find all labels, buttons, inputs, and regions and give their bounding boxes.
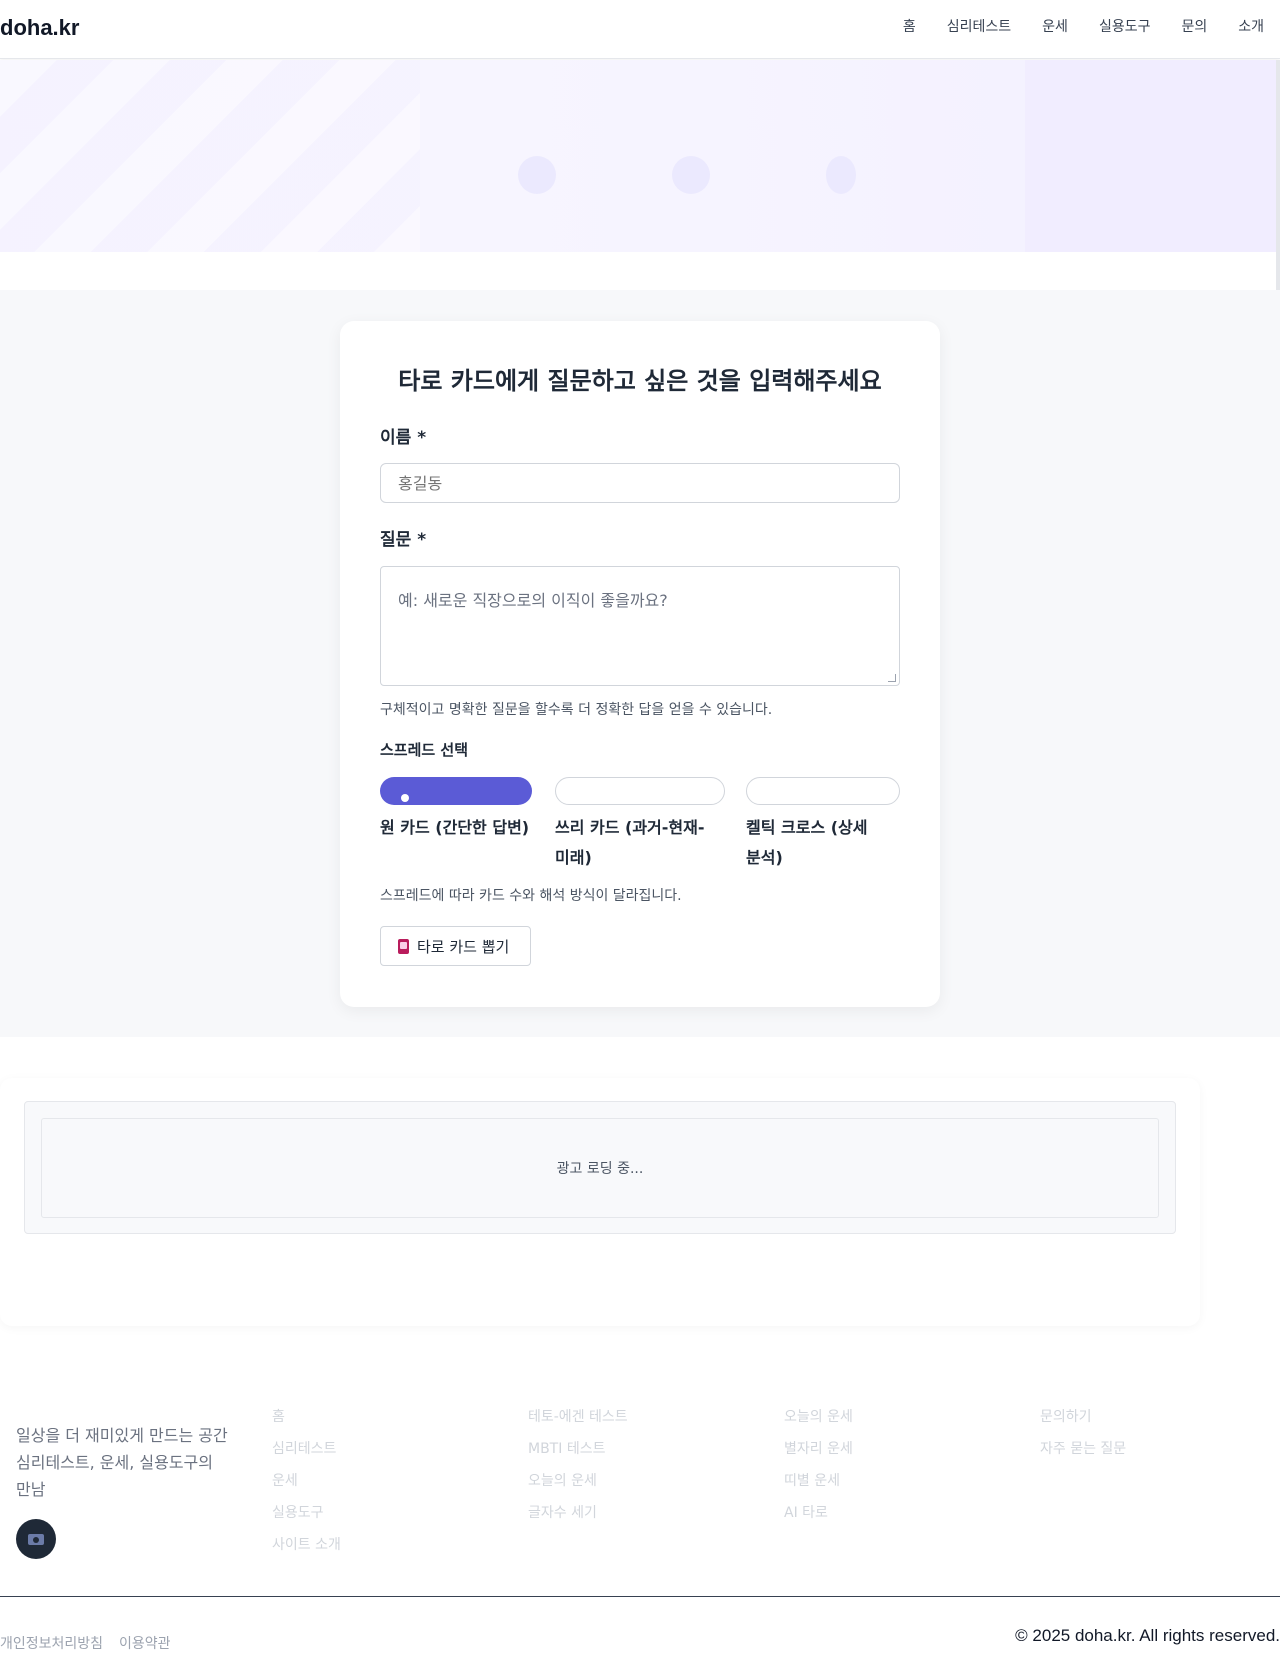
spread-label-text: 원 카드 (간단한 답변): [380, 818, 530, 837]
ad-frame: 광고 로딩 중...: [24, 1101, 1176, 1234]
loading-dot: [826, 156, 856, 194]
spread-label-text: 분석): [746, 848, 783, 867]
footer-col-tests: 테토-에겐 테스트 MBTI 테스트 오늘의 운세 글자수 세기: [528, 1407, 628, 1535]
privacy-policy-link[interactable]: 개인정보처리방침: [0, 1633, 103, 1653]
hero-panel: [1025, 60, 1280, 252]
resize-handle[interactable]: [888, 674, 896, 682]
ad-loading-text: 광고 로딩 중...: [556, 1161, 644, 1177]
nav-item-psych-test[interactable]: 심리테스트: [947, 16, 1011, 36]
loading-dot: [672, 156, 710, 194]
spread-title: 스프레드 선택: [380, 741, 469, 759]
footer-link[interactable]: 운세: [272, 1471, 341, 1503]
footer-divider: [0, 1596, 1280, 1597]
nav-item-about[interactable]: 소개: [1238, 16, 1264, 36]
footer-link[interactable]: 테토-에겐 테스트: [528, 1407, 628, 1439]
ad-container: 광고 로딩 중...: [0, 1078, 1200, 1326]
footer-link[interactable]: 문의하기: [1040, 1407, 1126, 1439]
nav-item-home[interactable]: 홈: [903, 16, 916, 36]
tarot-card-icon: [398, 938, 409, 954]
draw-button-label: 타로 카드 뽑기: [417, 937, 510, 956]
question-hint: 구체적이고 명확한 질문을 할수록 더 정확한 답을 얻을 수 있습니다.: [380, 702, 773, 718]
footer-link[interactable]: 별자리 운세: [784, 1439, 853, 1471]
terms-link[interactable]: 이용약관: [119, 1633, 171, 1653]
tagline-line: 심리테스트, 운세, 실용도구의: [16, 1453, 213, 1472]
footer-link[interactable]: 홈: [272, 1407, 341, 1439]
question-textarea[interactable]: 예: 새로운 직장으로의 이직이 좋을까요?: [380, 566, 900, 686]
footer-legal-links: 개인정보처리방침 이용약관: [0, 1633, 171, 1653]
footer-col-support: 문의하기 자주 묻는 질문: [1040, 1407, 1126, 1471]
radio-dot-icon: [401, 794, 409, 802]
spread-label-text: 켈틱 크로스 (상세: [746, 818, 868, 837]
footer-link[interactable]: 띠별 운세: [784, 1471, 853, 1503]
draw-tarot-button[interactable]: 타로 카드 뽑기: [380, 926, 531, 966]
footer-link[interactable]: 실용도구: [272, 1503, 341, 1535]
footer-link[interactable]: 심리테스트: [272, 1439, 341, 1471]
nav-item-tools[interactable]: 실용도구: [1099, 16, 1151, 36]
main-nav: 홈 심리테스트 운세 실용도구 문의 소개: [872, 16, 1264, 36]
name-input[interactable]: [380, 463, 900, 503]
spread-label-celtic-cross[interactable]: 켈틱 크로스 (상세 분석): [746, 813, 900, 873]
name-label: 이름 *: [380, 428, 427, 448]
site-header: doha.kr 홈 심리테스트 운세 실용도구 문의 소개: [0, 0, 1280, 59]
footer-col-main: 홈 심리테스트 운세 실용도구 사이트 소개: [272, 1407, 341, 1567]
footer-link[interactable]: 오늘의 운세: [784, 1407, 853, 1439]
tarot-form-card: 타로 카드에게 질문하고 싶은 것을 입력해주세요 이름 * 질문 * 예: 새…: [340, 321, 940, 1007]
camera-icon: [28, 1533, 44, 1545]
spread-label-text: 쓰리 카드 (과거-현재-: [555, 818, 705, 837]
hero-pattern: [0, 60, 420, 252]
footer-link[interactable]: 사이트 소개: [272, 1535, 341, 1567]
nav-item-fortune[interactable]: 운세: [1042, 16, 1068, 36]
footer-col-fortune: 오늘의 운세 별자리 운세 띠별 운세 AI 타로: [784, 1407, 853, 1535]
question-label: 질문 *: [380, 530, 427, 550]
tagline-line: 만남: [16, 1480, 46, 1499]
footer-tagline: 일상을 더 재미있게 만드는 공간 심리테스트, 운세, 실용도구의 만남: [16, 1422, 236, 1503]
form-title: 타로 카드에게 질문하고 싶은 것을 입력해주세요: [398, 367, 882, 395]
spread-label-one-card[interactable]: 원 카드 (간단한 답변): [380, 813, 540, 843]
spread-label-text: 미래): [555, 848, 592, 867]
nav-item-contact[interactable]: 문의: [1181, 16, 1207, 36]
tagline-line: 일상을 더 재미있게 만드는 공간: [16, 1426, 228, 1445]
spread-option-three-card[interactable]: [555, 777, 725, 805]
social-icon[interactable]: [16, 1519, 56, 1559]
footer-link[interactable]: AI 타로: [784, 1503, 853, 1535]
ad-slot[interactable]: 광고 로딩 중...: [41, 1118, 1159, 1218]
copyright-text: © 2025 doha.kr. All rights reserved.: [1015, 1626, 1280, 1645]
loading-dot: [518, 156, 556, 194]
spread-option-celtic-cross[interactable]: [746, 777, 900, 805]
site-logo[interactable]: doha.kr: [0, 15, 79, 41]
footer-link[interactable]: 글자수 세기: [528, 1503, 628, 1535]
question-placeholder: 예: 새로운 직장으로의 이직이 좋을까요?: [398, 591, 668, 610]
footer-link[interactable]: 자주 묻는 질문: [1040, 1439, 1126, 1471]
spread-hint: 스프레드에 따라 카드 수와 해석 방식이 달라집니다.: [380, 888, 682, 904]
spread-label-three-card[interactable]: 쓰리 카드 (과거-현재- 미래): [555, 813, 725, 873]
spread-option-one-card[interactable]: [380, 777, 532, 805]
footer-link[interactable]: 오늘의 운세: [528, 1471, 628, 1503]
hero-banner: [0, 60, 1280, 252]
footer-link[interactable]: MBTI 테스트: [528, 1439, 628, 1471]
